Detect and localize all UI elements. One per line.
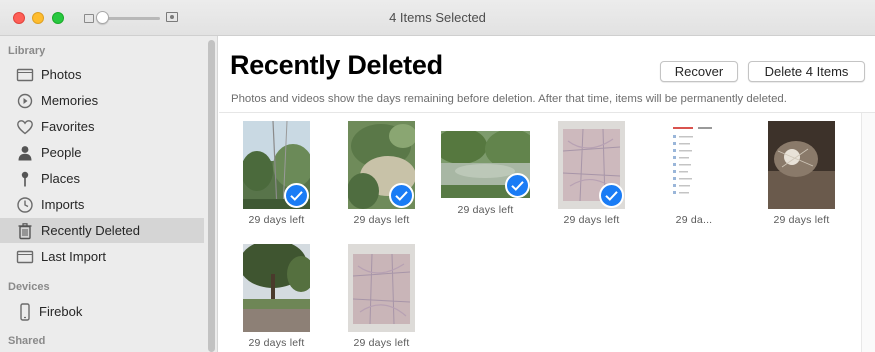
- sidebar: Library Photos Memories Favorites People…: [0, 36, 205, 352]
- section-header-library: Library: [8, 45, 46, 57]
- photo-thumbnail[interactable]: [243, 244, 310, 332]
- page-title: Recently Deleted: [230, 50, 443, 80]
- days-left-caption: 29 days left: [248, 214, 305, 226]
- sidebar-scroll-thumb[interactable]: [208, 40, 215, 352]
- memories-icon: [17, 93, 33, 109]
- heart-icon: [17, 120, 33, 135]
- sidebar-item-label: Favorites: [41, 119, 95, 134]
- person-icon: [18, 146, 32, 161]
- checkmark-icon[interactable]: [284, 183, 309, 208]
- sidebar-item-places[interactable]: Places: [0, 166, 204, 191]
- sidebar-item-label: People: [41, 145, 82, 160]
- sidebar-scrollbar[interactable]: [205, 36, 218, 352]
- sidebar-item-memories[interactable]: Memories: [0, 88, 204, 113]
- days-left-caption: 29 days left: [773, 214, 830, 226]
- photo-thumbnail[interactable]: [348, 244, 415, 332]
- sidebar-item-label: Firebok: [39, 304, 83, 319]
- phone-icon: [20, 303, 30, 321]
- delete-items-button[interactable]: Delete 4 Items: [748, 61, 865, 82]
- recover-button[interactable]: Recover: [660, 61, 738, 82]
- days-left-caption: 29 da...: [675, 214, 713, 226]
- days-left-caption: 29 days left: [353, 337, 410, 349]
- sidebar-item-label: Places: [41, 171, 81, 186]
- sidebar-item-label: Recently Deleted: [41, 223, 140, 238]
- checkmark-icon[interactable]: [505, 173, 530, 198]
- section-header-devices: Devices: [8, 281, 50, 293]
- sidebar-item-photos[interactable]: Photos: [0, 62, 204, 87]
- days-left-caption: 29 days left: [563, 214, 620, 226]
- sidebar-item-label: Last Import: [41, 249, 107, 264]
- grid-scrollbar[interactable]: [861, 113, 875, 352]
- section-header-shared: Shared: [8, 335, 46, 347]
- sidebar-item-device[interactable]: Firebok: [0, 299, 204, 324]
- days-left-caption: 29 days left: [353, 214, 410, 226]
- sidebar-item-last-import[interactable]: Last Import: [0, 244, 204, 269]
- checkmark-icon[interactable]: [599, 183, 624, 208]
- sidebar-item-imports[interactable]: Imports: [0, 192, 204, 217]
- deletion-info-text: Photos and videos show the days remainin…: [231, 93, 787, 105]
- title-bar: 4 Items Selected: [0, 0, 875, 36]
- clock-icon: [17, 197, 33, 213]
- divider: [219, 112, 875, 113]
- sidebar-item-label: Photos: [41, 67, 82, 82]
- window-title: 4 Items Selected: [389, 10, 486, 25]
- days-left-caption: 29 days left: [457, 204, 514, 216]
- photo-thumbnail[interactable]: [768, 121, 835, 209]
- photos-icon: [16, 68, 34, 82]
- photos-icon: [16, 250, 34, 264]
- checkmark-icon[interactable]: [389, 183, 414, 208]
- trash-icon: [18, 223, 32, 240]
- photo-thumbnail[interactable]: [670, 121, 718, 209]
- pin-icon: [21, 171, 29, 187]
- sidebar-item-favorites[interactable]: Favorites: [0, 114, 204, 139]
- sidebar-item-label: Imports: [41, 197, 85, 212]
- sidebar-item-label: Memories: [41, 93, 99, 108]
- sidebar-item-recently-deleted[interactable]: Recently Deleted: [0, 218, 204, 243]
- main-content: Recently Deleted Recover Delete 4 Items …: [219, 36, 875, 352]
- sidebar-item-people[interactable]: People: [0, 140, 204, 165]
- days-left-caption: 29 days left: [248, 337, 305, 349]
